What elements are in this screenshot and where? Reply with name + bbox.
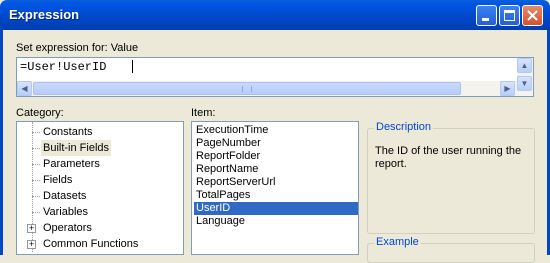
horizontal-scrollbar[interactable]: ◀ ▶ xyxy=(17,81,517,96)
horizontal-scroll-thumb[interactable] xyxy=(33,82,461,95)
tree-connector xyxy=(32,196,40,197)
text-caret xyxy=(132,60,133,73)
scroll-up-button[interactable]: ▲ xyxy=(517,58,532,73)
vertical-scrollbar[interactable]: ▲ ▼ xyxy=(517,58,533,96)
category-item-common-functions[interactable]: Common Functions xyxy=(41,236,140,252)
expression-text[interactable]: =User!UserID xyxy=(20,60,106,74)
minimize-button[interactable] xyxy=(476,5,497,26)
example-title: Example xyxy=(374,236,421,248)
tree-connector xyxy=(32,132,40,133)
category-item-fields[interactable]: Fields xyxy=(41,172,74,188)
item-language[interactable]: Language xyxy=(194,215,358,228)
title-bar[interactable]: Expression xyxy=(0,0,550,30)
maximize-button[interactable] xyxy=(499,5,520,26)
category-item-operators[interactable]: Operators xyxy=(41,220,94,236)
scroll-right-button[interactable]: ▶ xyxy=(500,81,515,96)
maximize-icon xyxy=(504,10,515,21)
window-frame-left xyxy=(0,30,3,255)
description-text: The ID of the user running the report. xyxy=(375,145,522,170)
description-title: Description xyxy=(374,121,434,133)
expression-editor[interactable]: =User!UserID ◀ ▶ ▲ ▼ xyxy=(16,57,534,97)
scroll-left-button[interactable]: ◀ xyxy=(17,81,32,96)
tree-connector xyxy=(32,212,40,213)
scroll-down-button[interactable]: ▼ xyxy=(517,76,532,91)
item-report-folder[interactable]: ReportFolder xyxy=(194,150,358,163)
category-item-constants[interactable]: Constants xyxy=(41,124,95,140)
tree-connector xyxy=(32,180,40,181)
category-item-datasets[interactable]: Datasets xyxy=(41,188,88,204)
item-page-number[interactable]: PageNumber xyxy=(194,137,358,150)
item-total-pages[interactable]: TotalPages xyxy=(194,189,358,202)
category-item-built-in-fields[interactable]: Built-in Fields xyxy=(41,140,112,156)
item-report-name[interactable]: ReportName xyxy=(194,163,358,176)
tree-connector xyxy=(32,148,40,149)
item-report-server-url[interactable]: ReportServerUrl xyxy=(194,176,358,189)
expand-common-functions-icon[interactable]: + xyxy=(27,240,36,249)
example-group: Example xyxy=(367,236,535,263)
category-tree[interactable]: Constants Built-in Fields Parameters Fie… xyxy=(16,121,184,255)
category-item-parameters[interactable]: Parameters xyxy=(41,156,102,172)
tree-connector xyxy=(32,164,40,165)
item-user-id[interactable]: UserID xyxy=(194,202,358,215)
grip-icon xyxy=(242,86,252,92)
item-list[interactable]: ExecutionTime PageNumber ReportFolder Re… xyxy=(191,121,359,255)
close-button[interactable] xyxy=(522,5,543,26)
expand-operators-icon[interactable]: + xyxy=(27,224,36,233)
minimize-icon xyxy=(482,18,489,21)
item-execution-time[interactable]: ExecutionTime xyxy=(194,124,358,137)
close-icon xyxy=(527,10,538,21)
category-label: Category: xyxy=(16,107,64,119)
window-title: Expression xyxy=(9,7,80,22)
description-group: Description The ID of the user running t… xyxy=(367,121,535,234)
item-label: Item: xyxy=(191,107,216,119)
expression-label: Set expression for: Value xyxy=(16,42,139,54)
category-item-variables[interactable]: Variables xyxy=(41,204,90,220)
